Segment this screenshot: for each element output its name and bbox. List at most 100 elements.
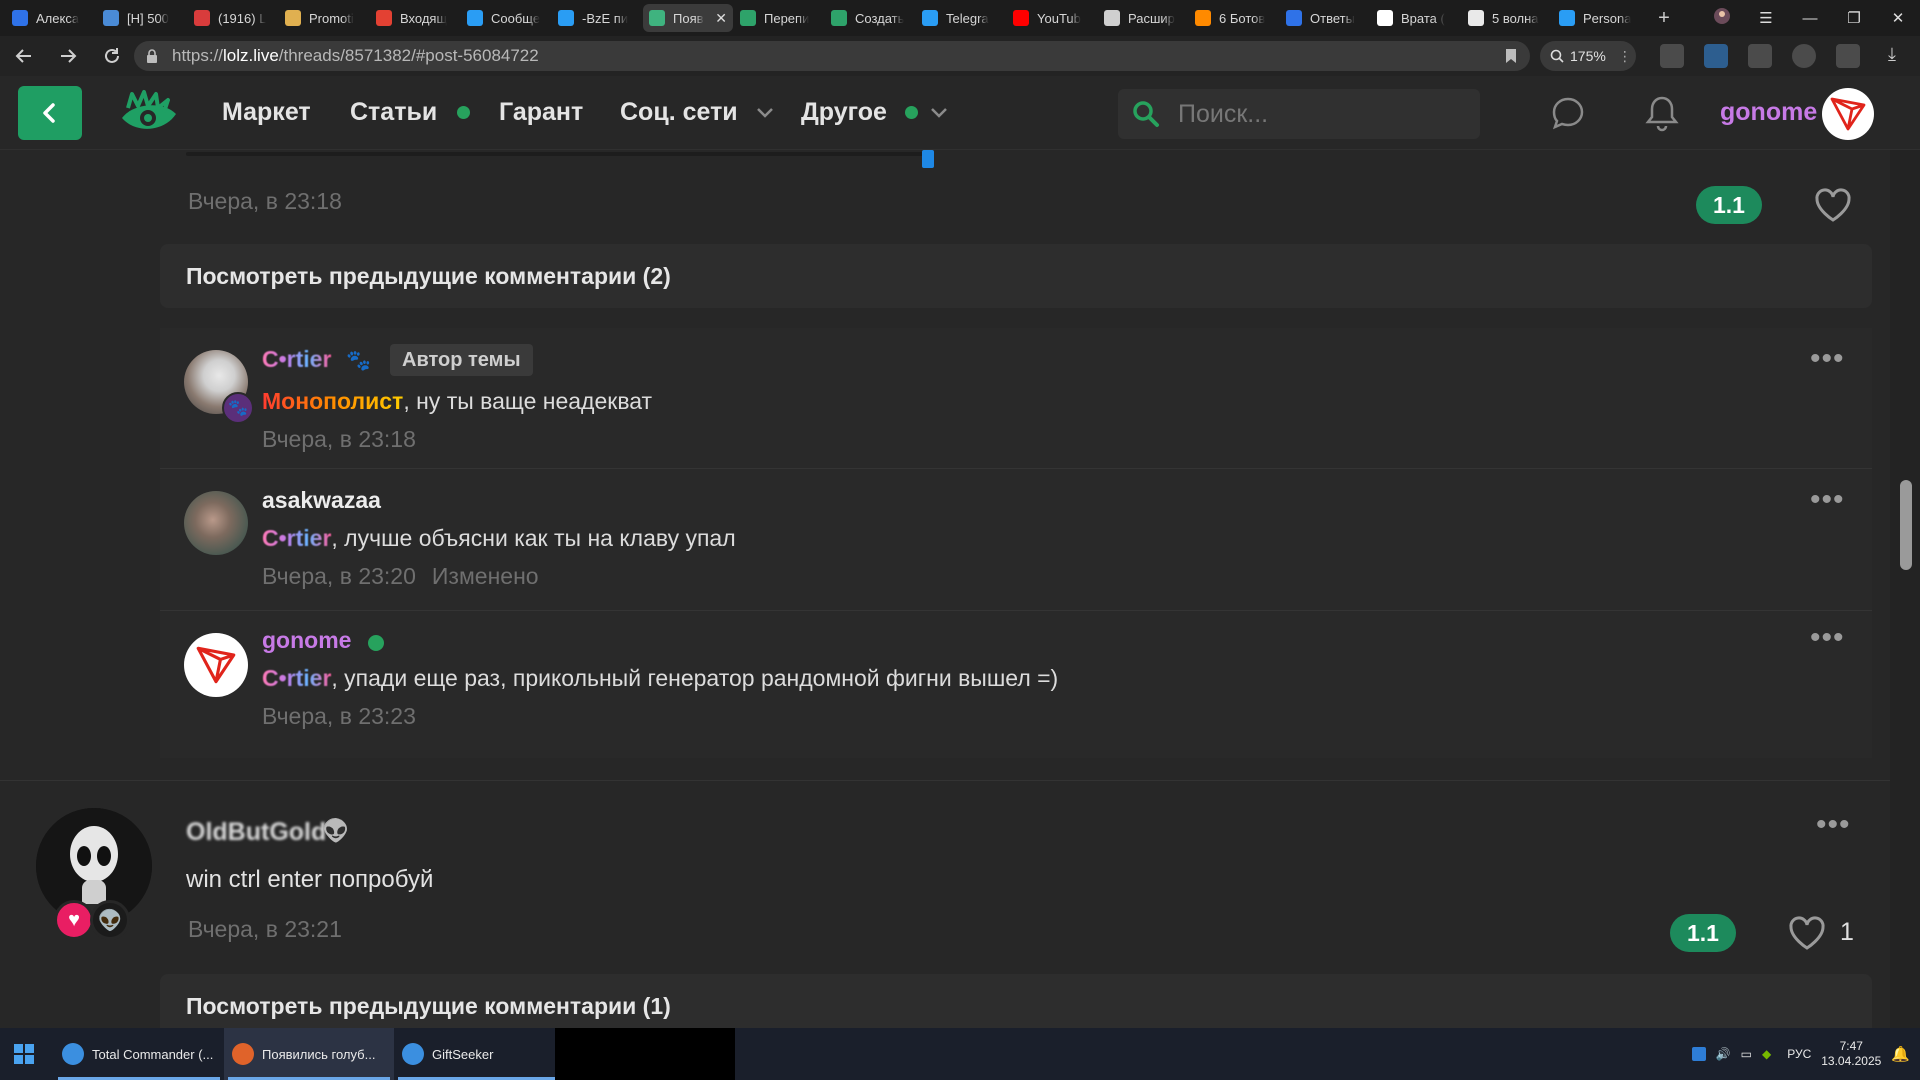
app-icon: [402, 1043, 424, 1065]
browser-tab[interactable]: Persona: [1553, 4, 1643, 32]
zoom-indicator[interactable]: 175% ⋮: [1540, 41, 1636, 71]
chat-bubble-icon[interactable]: [1550, 95, 1586, 131]
taskbar-app[interactable]: Появились голуб...: [224, 1028, 394, 1080]
browser-tab[interactable]: YouTub: [1007, 4, 1097, 32]
comment-author[interactable]: asakwazaa: [262, 487, 381, 514]
comment-avatar[interactable]: [184, 633, 248, 697]
url-host: lolz.live: [223, 46, 279, 65]
download-icon[interactable]: ⤓: [1880, 44, 1904, 68]
ublock-shield-icon[interactable]: [1836, 44, 1860, 68]
notifications-icon[interactable]: 🔔: [1891, 1045, 1910, 1063]
volume-icon[interactable]: 🔊: [1716, 1047, 1731, 1061]
minimize-icon[interactable]: —: [1788, 10, 1832, 27]
forward-arrow-icon[interactable]: [48, 36, 88, 76]
menu-icon[interactable]: ☰: [1744, 9, 1788, 27]
tab-favicon-icon: [922, 10, 938, 26]
browser-tab[interactable]: -BzE пи: [552, 4, 642, 32]
post-timestamp[interactable]: Вчера, в 23:18: [188, 188, 342, 215]
view-previous-comments-button[interactable]: Посмотреть предыдущие комментарии (2): [160, 244, 1872, 308]
kebab-menu-icon[interactable]: ⋮: [1618, 48, 1632, 65]
browser-tab[interactable]: Расшир: [1098, 4, 1188, 32]
reload-icon[interactable]: [92, 36, 132, 76]
tab-favicon-icon: [103, 10, 119, 26]
nvidia-icon[interactable]: ◆: [1762, 1047, 1771, 1061]
header-username[interactable]: gonome: [1720, 98, 1817, 127]
page-scrollbar[interactable]: [1890, 150, 1920, 1028]
browser-tab[interactable]: 5 волна: [1462, 4, 1552, 32]
rating-badge[interactable]: 1.1: [1696, 186, 1762, 224]
search-input[interactable]: Поиск...: [1118, 89, 1480, 139]
taskbar-app[interactable]: Total Commander (...: [54, 1028, 224, 1080]
app-icon: [232, 1043, 254, 1065]
browser-tab[interactable]: Перепи: [734, 4, 824, 32]
view-previous-comments-button[interactable]: Посмотреть предыдущие комментарии (1): [160, 974, 1872, 1028]
close-window-icon[interactable]: ✕: [1876, 9, 1920, 27]
browser-tab[interactable]: Ответы: [1280, 4, 1370, 32]
comment-avatar[interactable]: [184, 491, 248, 555]
tab-close-icon[interactable]: ✕: [715, 10, 727, 27]
network-icon[interactable]: ▭: [1741, 1047, 1752, 1061]
url-field[interactable]: https://lolz.live/threads/8571382/#post-…: [134, 41, 1530, 71]
bell-icon[interactable]: [1644, 94, 1680, 132]
heart-icon[interactable]: [1788, 916, 1826, 950]
nav-articles[interactable]: Статьи: [350, 98, 471, 127]
browser-tab[interactable]: Сообще: [461, 4, 551, 32]
browser-tab[interactable]: 6 Ботов: [1189, 4, 1279, 32]
post-author-name[interactable]: OldButGold: [186, 818, 326, 847]
tray-app-icon[interactable]: [1691, 1047, 1706, 1061]
browser-tab[interactable]: Входящ: [370, 4, 460, 32]
lolz-logo-icon[interactable]: [118, 88, 180, 140]
browser-tab[interactable]: Promoti: [279, 4, 369, 32]
nav-social[interactable]: Соц. сети: [620, 98, 774, 127]
browser-tab[interactable]: Врата (: [1371, 4, 1461, 32]
profile-icon[interactable]: [1700, 7, 1744, 29]
bookmark-icon[interactable]: [1504, 48, 1518, 64]
heart-icon[interactable]: [1814, 188, 1852, 222]
header-avatar[interactable]: [1822, 88, 1874, 140]
site-back-button[interactable]: [18, 86, 82, 140]
tab-favicon-icon: [649, 10, 665, 26]
rating-badge[interactable]: 1.1: [1670, 914, 1736, 952]
browser-tab[interactable]: (1916) L: [188, 4, 278, 32]
comment-timestamp[interactable]: Вчера, в 23:23: [262, 703, 416, 730]
clock[interactable]: 7:47 13.04.2025: [1821, 1039, 1881, 1069]
scrollbar-thumb[interactable]: [1900, 480, 1912, 570]
nav-guarantor[interactable]: Гарант: [499, 98, 583, 127]
new-tab-button[interactable]: +: [1650, 4, 1678, 32]
more-options-icon[interactable]: •••: [1810, 342, 1845, 376]
edited-label[interactable]: Изменено: [432, 563, 539, 589]
vpn-globe-icon[interactable]: [1792, 44, 1816, 68]
comment-author[interactable]: C•rtier: [262, 346, 331, 373]
extension-icon[interactable]: [1704, 44, 1728, 68]
extension-icon[interactable]: [1748, 44, 1772, 68]
comment-author[interactable]: gonome: [262, 627, 351, 654]
browser-tab[interactable]: Создать: [825, 4, 915, 32]
nav-market[interactable]: Маркет: [222, 98, 311, 127]
mention-link[interactable]: Монополист: [262, 388, 403, 414]
tab-title: 5 волна: [1492, 10, 1539, 26]
comment-timestamp[interactable]: Вчера, в 23:20: [262, 563, 416, 589]
tab-title: Ответы: [1310, 10, 1355, 26]
more-options-icon[interactable]: •••: [1816, 808, 1851, 842]
browser-tab[interactable]: Появ ✕: [643, 4, 733, 32]
language-indicator[interactable]: РУС: [1787, 1047, 1811, 1061]
back-arrow-icon[interactable]: [4, 36, 44, 76]
nav-other[interactable]: Другое: [801, 98, 948, 127]
taskbar-app[interactable]: GiftSeeker: [394, 1028, 564, 1080]
tab-title: Входящ: [400, 10, 448, 26]
more-options-icon[interactable]: •••: [1810, 483, 1845, 517]
taskbar-app-label: Total Commander (...: [92, 1046, 214, 1062]
comment-text: Монополист, ну ты ваще неадекват: [262, 388, 652, 415]
comment-timestamp[interactable]: Вчера, в 23:18: [262, 426, 416, 453]
restore-icon[interactable]: ❐: [1832, 9, 1876, 27]
more-options-icon[interactable]: •••: [1810, 621, 1845, 655]
mention-link[interactable]: C•rtier: [262, 525, 331, 551]
windows-start-icon[interactable]: [0, 1028, 48, 1080]
extension-icon[interactable]: [1660, 44, 1684, 68]
browser-tab[interactable]: Telegra: [916, 4, 1006, 32]
mention-link[interactable]: C•rtier: [262, 665, 331, 691]
post-timestamp[interactable]: Вчера, в 23:21: [188, 916, 342, 943]
browser-tab[interactable]: Алекса: [6, 4, 96, 32]
previous-post-bar: [186, 152, 930, 156]
browser-tab[interactable]: [H] 500: [97, 4, 187, 32]
